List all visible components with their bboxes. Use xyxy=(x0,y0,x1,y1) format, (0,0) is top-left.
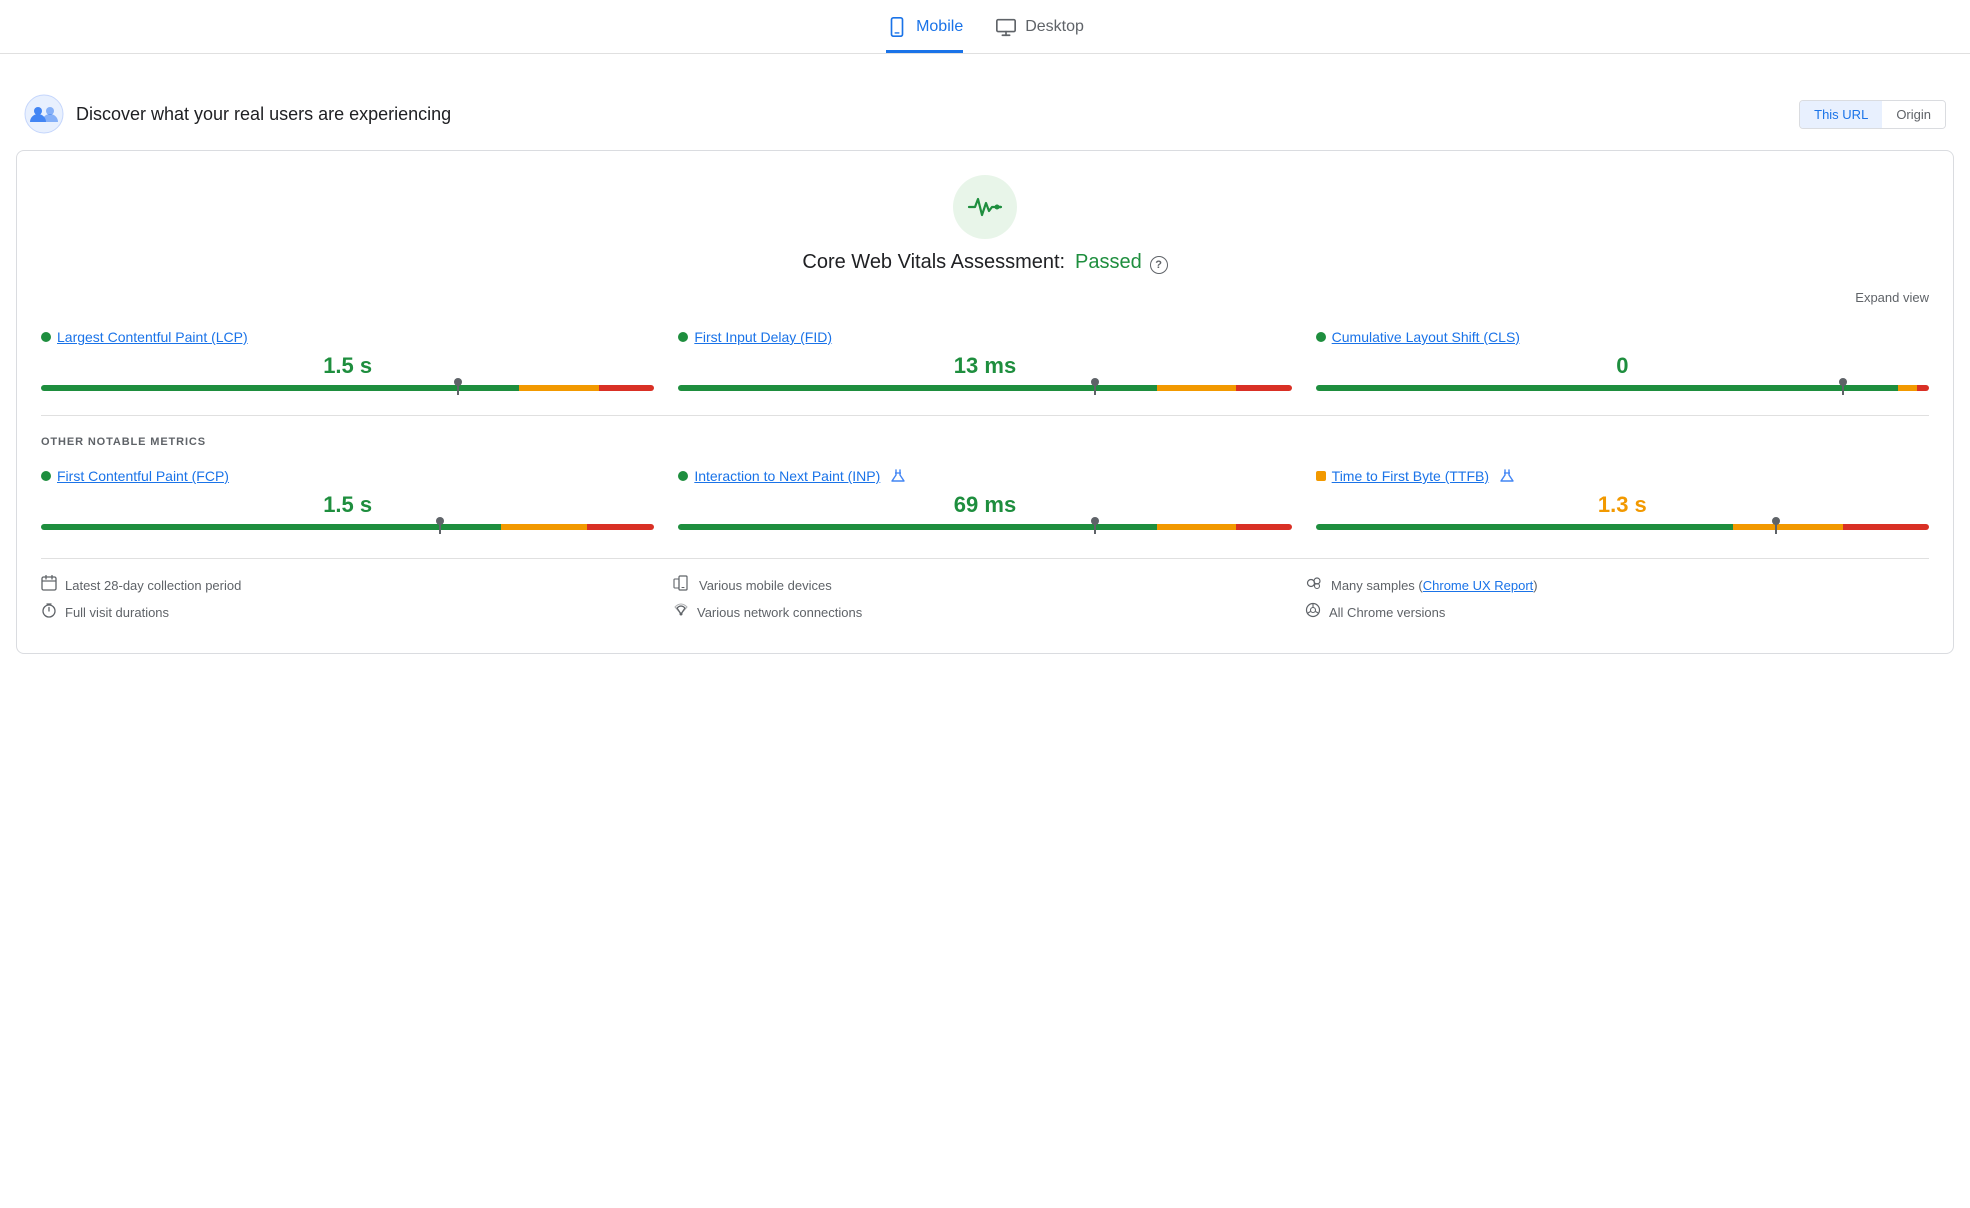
expand-view[interactable]: Expand view xyxy=(41,290,1929,305)
inp-value: 69 ms xyxy=(678,492,1291,518)
fid-gauge xyxy=(678,385,1291,391)
fid-metric: First Input Delay (FID) 13 ms xyxy=(678,329,1291,391)
inp-name[interactable]: Interaction to Next Paint (INP) xyxy=(694,468,880,484)
other-metrics-label: OTHER NOTABLE METRICS xyxy=(41,436,1929,448)
calendar-icon xyxy=(41,575,57,596)
fcp-metric: First Contentful Paint (FCP) 1.5 s xyxy=(41,468,654,530)
inp-metric: Interaction to Next Paint (INP) 69 ms xyxy=(678,468,1291,530)
cwv-status: Passed xyxy=(1075,251,1142,273)
fid-name[interactable]: First Input Delay (FID) xyxy=(694,329,832,345)
cls-value: 0 xyxy=(1316,353,1929,379)
this-url-button[interactable]: This URL xyxy=(1800,101,1882,128)
footer-col1: Latest 28-day collection period Full vis… xyxy=(41,575,665,629)
lcp-gauge xyxy=(41,385,654,391)
info-footer: Latest 28-day collection period Full vis… xyxy=(41,558,1929,629)
url-origin-toggle: This URL Origin xyxy=(1799,100,1946,129)
footer-col2-item2-text: Various network connections xyxy=(697,605,862,620)
cwv-title-text: Core Web Vitals Assessment: xyxy=(802,251,1065,273)
lcp-dot xyxy=(41,332,51,342)
lcp-value: 1.5 s xyxy=(41,353,654,379)
footer-col3-item2: All Chrome versions xyxy=(1305,602,1929,623)
fid-dot xyxy=(678,332,688,342)
ttfb-dot xyxy=(1316,471,1326,481)
cls-name[interactable]: Cumulative Layout Shift (CLS) xyxy=(1332,329,1520,345)
tab-mobile-label: Mobile xyxy=(916,18,963,36)
real-users-icon xyxy=(24,94,64,134)
footer-col1-item2: Full visit durations xyxy=(41,602,665,623)
ttfb-metric: Time to First Byte (TTFB) 1.3 s xyxy=(1316,468,1929,530)
footer-col1-item1-text: Latest 28-day collection period xyxy=(65,578,241,593)
device-tabs: Mobile Desktop xyxy=(0,0,1970,54)
timer-icon xyxy=(41,602,57,623)
main-card: Core Web Vitals Assessment: Passed ? Exp… xyxy=(16,150,1954,654)
heartbeat-icon xyxy=(967,189,1003,225)
mobile-devices-icon xyxy=(673,575,691,596)
cwv-header: Core Web Vitals Assessment: Passed ? xyxy=(41,175,1929,274)
inp-label-row: Interaction to Next Paint (INP) xyxy=(678,468,1291,484)
other-metrics-grid: First Contentful Paint (FCP) 1.5 s Inter… xyxy=(41,468,1929,530)
footer-col3-item1: Many samples (Chrome UX Report) xyxy=(1305,575,1929,596)
cls-dot xyxy=(1316,332,1326,342)
cwv-icon-circle xyxy=(953,175,1017,239)
ttfb-name[interactable]: Time to First Byte (TTFB) xyxy=(1332,468,1489,484)
fid-value: 13 ms xyxy=(678,353,1291,379)
fcp-gauge xyxy=(41,524,654,530)
inp-dot xyxy=(678,471,688,481)
core-metrics-grid: Largest Contentful Paint (LCP) 1.5 s Fir… xyxy=(41,329,1929,391)
section-header-left: Discover what your real users are experi… xyxy=(24,94,451,134)
footer-col2-item2: Various network connections xyxy=(673,602,1297,623)
ttfb-value: 1.3 s xyxy=(1316,492,1929,518)
metrics-divider xyxy=(41,415,1929,416)
chrome-icon xyxy=(1305,602,1321,623)
fcp-value: 1.5 s xyxy=(41,492,654,518)
fid-label-row: First Input Delay (FID) xyxy=(678,329,1291,345)
samples-icon xyxy=(1305,575,1323,596)
section-title: Discover what your real users are experi… xyxy=(76,104,451,125)
cwv-help-icon[interactable]: ? xyxy=(1150,256,1168,274)
fcp-label-row: First Contentful Paint (FCP) xyxy=(41,468,654,484)
footer-col2: Various mobile devices Various network c… xyxy=(673,575,1297,629)
mobile-icon xyxy=(886,16,908,38)
ttfb-label-row: Time to First Byte (TTFB) xyxy=(1316,468,1929,484)
ttfb-experimental-icon xyxy=(1499,468,1515,484)
fcp-name[interactable]: First Contentful Paint (FCP) xyxy=(57,468,229,484)
footer-col2-item1-text: Various mobile devices xyxy=(699,578,832,593)
lcp-label-row: Largest Contentful Paint (LCP) xyxy=(41,329,654,345)
fcp-dot xyxy=(41,471,51,481)
users-icon-wrapper xyxy=(24,94,64,134)
chrome-ux-report-link[interactable]: Chrome UX Report xyxy=(1423,578,1534,593)
network-icon xyxy=(673,602,689,623)
cwv-title-row: Core Web Vitals Assessment: Passed ? xyxy=(802,251,1167,274)
inp-gauge xyxy=(678,524,1291,530)
footer-col2-item1: Various mobile devices xyxy=(673,575,1297,596)
tab-desktop-label: Desktop xyxy=(1025,18,1084,36)
lcp-metric: Largest Contentful Paint (LCP) 1.5 s xyxy=(41,329,654,391)
cls-metric: Cumulative Layout Shift (CLS) 0 xyxy=(1316,329,1929,391)
section-header: Discover what your real users are experi… xyxy=(0,78,1970,150)
ttfb-gauge xyxy=(1316,524,1929,530)
cls-gauge xyxy=(1316,385,1929,391)
lcp-name[interactable]: Largest Contentful Paint (LCP) xyxy=(57,329,248,345)
footer-col1-item1: Latest 28-day collection period xyxy=(41,575,665,596)
desktop-icon xyxy=(995,16,1017,38)
footer-col3-item2-text: All Chrome versions xyxy=(1329,605,1445,620)
cls-label-row: Cumulative Layout Shift (CLS) xyxy=(1316,329,1929,345)
origin-button[interactable]: Origin xyxy=(1882,101,1945,128)
tab-desktop[interactable]: Desktop xyxy=(995,16,1084,53)
footer-col1-item2-text: Full visit durations xyxy=(65,605,169,620)
footer-col3: Many samples (Chrome UX Report) All Chro… xyxy=(1305,575,1929,629)
footer-col3-item1-text: Many samples (Chrome UX Report) xyxy=(1331,578,1538,593)
inp-experimental-icon xyxy=(890,468,906,484)
tab-mobile[interactable]: Mobile xyxy=(886,16,963,53)
